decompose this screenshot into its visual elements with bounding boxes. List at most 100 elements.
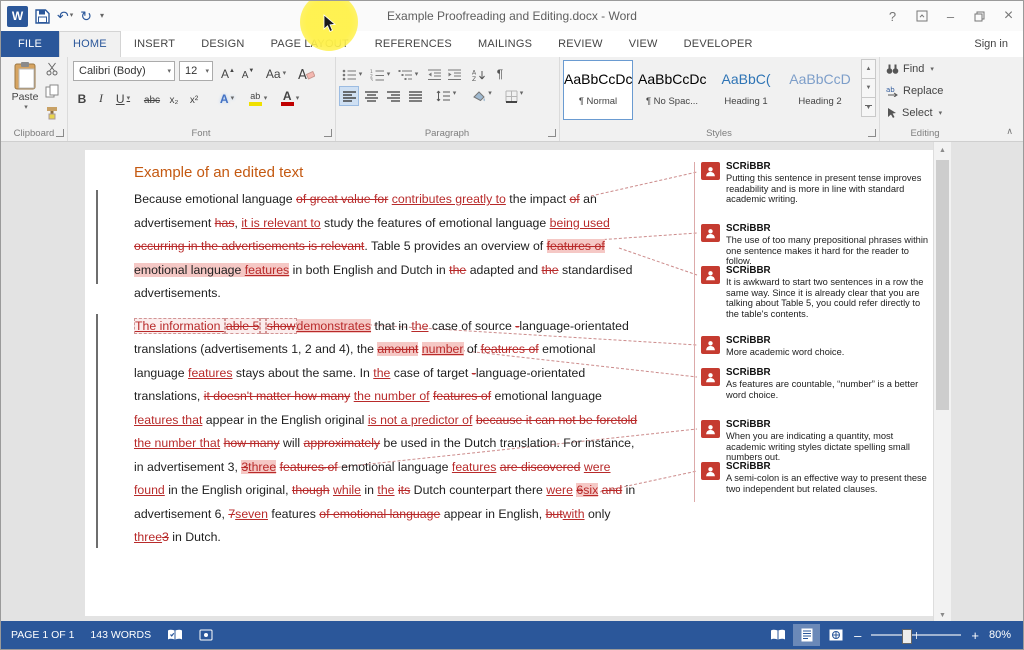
align-left-button[interactable] bbox=[339, 86, 359, 106]
comment-marker-icon[interactable] bbox=[701, 368, 720, 386]
gallery-down-button[interactable]: ▼ bbox=[861, 78, 876, 98]
font-size-combobox[interactable]: 12 ▾ bbox=[179, 61, 213, 81]
undo-button[interactable]: ↶▾ bbox=[57, 9, 73, 23]
font-color-button[interactable]: A ▾ bbox=[277, 86, 303, 106]
print-layout-button[interactable] bbox=[793, 624, 820, 646]
tab-review[interactable]: REVIEW bbox=[545, 31, 616, 57]
clear-formatting-button[interactable]: A bbox=[295, 61, 317, 81]
tab-references[interactable]: REFERENCES bbox=[362, 31, 465, 57]
decrease-indent-button[interactable] bbox=[425, 61, 443, 81]
style--no-spac-[interactable]: AaBbCcDc¶ No Spac... bbox=[637, 60, 707, 120]
web-layout-button[interactable] bbox=[822, 624, 849, 646]
comment-marker-icon[interactable] bbox=[701, 162, 720, 180]
comment-marker-icon[interactable] bbox=[701, 462, 720, 480]
zoom-out-button[interactable]: – bbox=[850, 628, 865, 643]
comment-marker-icon[interactable] bbox=[701, 224, 720, 242]
sign-in-button[interactable]: Sign in bbox=[959, 31, 1023, 57]
align-right-button[interactable] bbox=[383, 86, 403, 106]
font-name-combobox[interactable]: Calibri (Body) ▾ bbox=[73, 61, 175, 81]
comment[interactable]: SCRiBBRA semi-colon is an effective way … bbox=[701, 462, 933, 494]
format-painter-button[interactable] bbox=[45, 106, 59, 125]
change-case-button[interactable]: Aa▾ bbox=[263, 61, 289, 81]
comment-marker-icon[interactable] bbox=[701, 420, 720, 438]
subscript-button[interactable]: x₂ bbox=[165, 86, 183, 106]
gallery-up-button[interactable]: ▲ bbox=[861, 59, 876, 79]
customize-qat-button[interactable]: ▾ bbox=[99, 9, 104, 23]
comment[interactable]: SCRiBBRWhen you are indicating a quantit… bbox=[701, 420, 933, 463]
chevron-down-icon[interactable]: ▾ bbox=[167, 67, 171, 75]
shading-button[interactable]: ▾ bbox=[469, 86, 495, 106]
tab-insert[interactable]: INSERT bbox=[121, 31, 188, 57]
proofing-errors-button[interactable] bbox=[159, 621, 191, 649]
text-effects-button[interactable]: A▾ bbox=[215, 86, 239, 106]
comment[interactable]: SCRiBBRThe use of too many prepositional… bbox=[701, 224, 933, 267]
cut-button[interactable] bbox=[45, 62, 59, 81]
comment-marker-icon[interactable] bbox=[701, 336, 720, 354]
gallery-more-button[interactable]: ▼ bbox=[861, 97, 876, 117]
styles-dialog-launcher-icon[interactable] bbox=[868, 129, 876, 137]
scrollbar-thumb[interactable] bbox=[936, 160, 949, 410]
underline-button[interactable]: U▾ bbox=[111, 86, 135, 106]
comment[interactable]: SCRiBBRPutting this sentence in present … bbox=[701, 162, 933, 205]
vertical-scrollbar[interactable]: ▲ ▼ bbox=[933, 142, 951, 623]
read-mode-button[interactable] bbox=[764, 624, 791, 646]
chevron-down-icon[interactable]: ▾ bbox=[205, 67, 209, 75]
show-formatting-button[interactable]: ¶ bbox=[491, 61, 509, 81]
bullets-button[interactable]: ▾ bbox=[339, 61, 365, 81]
tab-developer[interactable]: DEVELOPER bbox=[671, 31, 766, 57]
replace-button[interactable]: ab Replace bbox=[886, 85, 943, 97]
comment[interactable]: SCRiBBRIt is awkward to start two senten… bbox=[701, 266, 933, 320]
tab-design[interactable]: DESIGN bbox=[188, 31, 257, 57]
zoom-slider-thumb[interactable] bbox=[902, 629, 912, 644]
shrink-font-button[interactable]: A▼ bbox=[239, 61, 257, 81]
zoom-in-button[interactable]: + bbox=[967, 628, 983, 643]
sort-button[interactable]: AZ bbox=[469, 61, 489, 81]
page-indicator[interactable]: PAGE 1 OF 1 bbox=[1, 621, 82, 649]
tab-home[interactable]: HOME bbox=[59, 31, 121, 58]
redo-button[interactable]: ↻ bbox=[80, 9, 92, 23]
paragraph-dialog-launcher-icon[interactable] bbox=[548, 129, 556, 137]
increase-indent-button[interactable] bbox=[445, 61, 463, 81]
numbering-button[interactable]: 123 ▾ bbox=[367, 61, 393, 81]
paste-button[interactable]: Paste ▾ bbox=[6, 61, 44, 111]
grow-font-button[interactable]: A▲ bbox=[219, 61, 237, 81]
style-heading-2[interactable]: AaBbCcDHeading 2 bbox=[785, 60, 855, 120]
restore-button[interactable] bbox=[965, 1, 994, 31]
close-button[interactable]: × bbox=[994, 1, 1023, 31]
superscript-button[interactable]: x² bbox=[185, 86, 203, 106]
save-button[interactable] bbox=[35, 9, 50, 24]
ribbon-display-options-button[interactable] bbox=[907, 1, 936, 31]
zoom-percentage[interactable]: 80% bbox=[983, 629, 1023, 641]
comment[interactable]: SCRiBBRMore academic word choice. bbox=[701, 336, 933, 358]
select-button[interactable]: Select ▾ bbox=[886, 107, 942, 119]
tab-file[interactable]: FILE bbox=[1, 31, 59, 57]
bold-button[interactable]: B bbox=[73, 86, 91, 106]
justify-button[interactable] bbox=[405, 86, 425, 106]
style--normal[interactable]: AaBbCcDc¶ Normal bbox=[563, 60, 633, 120]
document-page[interactable]: Example of an edited text Because emotio… bbox=[85, 150, 933, 616]
tab-view[interactable]: VIEW bbox=[616, 31, 671, 57]
text-highlight-button[interactable]: ab ▾ bbox=[245, 86, 271, 106]
font-dialog-launcher-icon[interactable] bbox=[324, 129, 332, 137]
strikethrough-button[interactable]: abc bbox=[141, 86, 163, 106]
scroll-up-icon[interactable]: ▲ bbox=[934, 142, 951, 158]
clipboard-dialog-launcher-icon[interactable] bbox=[56, 129, 64, 137]
copy-button[interactable] bbox=[45, 84, 59, 103]
undo-caret-icon[interactable]: ▾ bbox=[70, 9, 74, 23]
tab-page-layout[interactable]: PAGE LAYOUT bbox=[258, 31, 362, 57]
minimize-button[interactable]: – bbox=[936, 1, 965, 31]
style-heading-1[interactable]: AaBbC(Heading 1 bbox=[711, 60, 781, 120]
multilevel-list-button[interactable]: ▾ bbox=[395, 61, 421, 81]
word-logo-icon[interactable]: W bbox=[7, 6, 28, 27]
align-center-button[interactable] bbox=[361, 86, 381, 106]
comment[interactable]: SCRiBBRAs features are countable, “numbe… bbox=[701, 368, 933, 400]
line-spacing-button[interactable]: ▾ bbox=[433, 86, 459, 106]
tab-mailings[interactable]: MAILINGS bbox=[465, 31, 545, 57]
italic-button[interactable]: I bbox=[93, 86, 109, 106]
paste-caret-icon[interactable]: ▾ bbox=[24, 103, 28, 111]
find-button[interactable]: Find ▾ bbox=[886, 63, 934, 75]
borders-button[interactable]: ▾ bbox=[501, 86, 527, 106]
word-count[interactable]: 143 WORDS bbox=[82, 621, 159, 649]
zoom-slider[interactable] bbox=[871, 634, 961, 636]
macro-recording-button[interactable] bbox=[191, 621, 221, 649]
